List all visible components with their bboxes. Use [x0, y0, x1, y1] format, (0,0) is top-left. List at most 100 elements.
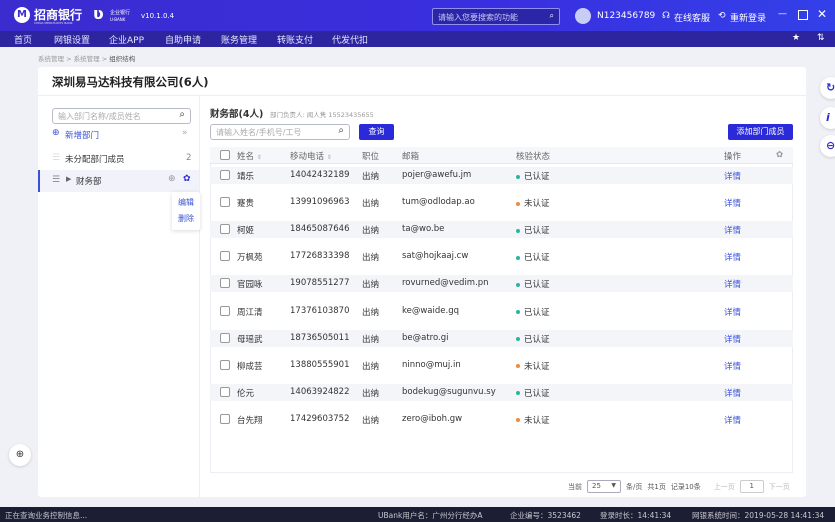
detail-link[interactable]: 详情: [724, 306, 741, 318]
minimize-button[interactable]: —: [778, 9, 787, 19]
status-badge: 未认证: [516, 197, 550, 209]
page-label: 当前: [568, 482, 582, 491]
edit-menu-item[interactable]: 编辑: [178, 197, 194, 208]
status-badge: 已认证: [516, 387, 550, 399]
global-search-input[interactable]: 请输入您要搜索的功能 ⌕: [432, 8, 560, 25]
dept-search-input[interactable]: 输入部门名称/成员姓名 ⌕: [52, 108, 191, 124]
crumb-item[interactable]: 系统管理: [38, 55, 64, 63]
avatar[interactable]: [575, 8, 591, 24]
member-position: 出纳: [362, 199, 380, 210]
row-checkbox[interactable]: [220, 359, 230, 370]
row-checkbox[interactable]: [220, 332, 230, 343]
page-input[interactable]: 1: [739, 480, 764, 493]
status-badge: 未认证: [516, 360, 550, 372]
pagination: 当前 25 ▼ 条/页 共1页 记录10条 上一页 1 下一页: [568, 480, 790, 493]
maximize-button[interactable]: [798, 10, 808, 20]
online-service-link[interactable]: 在线客服: [674, 11, 710, 24]
nav-accounts[interactable]: 账务管理: [221, 33, 257, 46]
crumb-current: 组织结构: [109, 55, 136, 63]
dept-title: 财务部(4人): [210, 109, 264, 120]
col-phone[interactable]: 移动电话 ⇕: [290, 150, 332, 162]
column-settings-icon[interactable]: ✿: [776, 150, 783, 160]
add-member-button[interactable]: 添加部门成员: [728, 124, 793, 140]
row-checkbox[interactable]: [220, 386, 230, 397]
detail-link[interactable]: 详情: [724, 360, 741, 372]
close-button[interactable]: ✕: [817, 7, 827, 21]
detail-link[interactable]: 详情: [724, 333, 741, 345]
row-checkbox[interactable]: [220, 413, 230, 424]
col-actions: 操作: [724, 152, 742, 162]
star-icon[interactable]: ★: [792, 33, 800, 43]
row-checkbox[interactable]: [220, 251, 230, 262]
member-phone: 17726833398: [290, 251, 350, 262]
detail-link[interactable]: 详情: [724, 197, 741, 209]
delete-menu-item[interactable]: 删除: [178, 213, 194, 224]
row-checkbox[interactable]: [220, 197, 230, 208]
detail-link[interactable]: 详情: [724, 414, 741, 426]
detail-link[interactable]: 详情: [724, 224, 741, 236]
crumb-item[interactable]: 系统管理: [74, 55, 100, 63]
row-checkbox[interactable]: [220, 278, 230, 289]
member-position: 出纳: [362, 280, 380, 291]
caret-right-icon[interactable]: ▶: [66, 175, 71, 183]
total-pages: 共1页: [647, 482, 666, 491]
prev-page-button[interactable]: 上一页: [714, 482, 735, 492]
table-row: 周江清 17376103870 出纳 ke@waide.gq 已认证 详情: [210, 303, 793, 320]
tree-item-finance[interactable]: ☰ ▶ 财务部 ⊕ ✿: [38, 170, 199, 192]
search-icon[interactable]: ⌕: [179, 109, 185, 120]
search-icon[interactable]: ⌕: [338, 125, 344, 136]
minus-icon[interactable]: ⊖: [820, 135, 835, 157]
nav-app[interactable]: 企业APP: [109, 33, 144, 46]
refresh-icon[interactable]: ↻: [820, 77, 835, 99]
dept-label: 财务部: [76, 177, 102, 187]
detail-link[interactable]: 详情: [724, 251, 741, 263]
status-system-time: 网银系统时间：2019-05-28 14:41:34: [692, 511, 825, 520]
nav-payroll[interactable]: 代发代扣: [332, 33, 368, 46]
zoom-icon[interactable]: ⊕: [9, 444, 31, 466]
row-checkbox[interactable]: [220, 224, 230, 235]
status-dot-icon: [516, 228, 520, 233]
info-icon[interactable]: i: [820, 107, 835, 129]
next-page-button[interactable]: 下一页: [769, 482, 790, 492]
page-size-select[interactable]: 25 ▼: [587, 480, 621, 493]
dept-action-menu: 编辑 删除: [172, 192, 200, 230]
detail-link[interactable]: 详情: [724, 278, 741, 290]
detail-link[interactable]: 详情: [724, 170, 741, 182]
add-subdept-icon[interactable]: ⊕: [168, 174, 176, 184]
sort-icon[interactable]: ⇅: [817, 33, 825, 43]
member-name: 柳成芸: [237, 361, 263, 372]
select-all-checkbox[interactable]: [220, 150, 230, 160]
drag-handle-icon[interactable]: ☰: [52, 175, 60, 185]
row-checkbox[interactable]: [220, 305, 230, 316]
table-row: 蹇贵 13991096963 出纳 tum@odlodap.ao 未认证 详情: [210, 194, 793, 211]
crumb-sep: >: [66, 55, 72, 63]
nav-home[interactable]: 首页: [14, 33, 32, 46]
ubank-logo-icon: ʋ: [93, 4, 104, 23]
version: v10.1.0.4: [141, 12, 175, 20]
status-dot-icon: [516, 174, 520, 179]
nav-settings[interactable]: 网银设置: [54, 33, 90, 46]
nav-apply[interactable]: 自助申请: [165, 33, 201, 46]
status-user: UBank用户名：广州分行经办A: [378, 511, 483, 520]
query-button[interactable]: 查询: [359, 124, 394, 140]
gear-icon[interactable]: ✿: [183, 174, 191, 184]
row-checkbox[interactable]: [220, 170, 230, 180]
member-search-input[interactable]: 请输入姓名/手机号/工号 ⌕: [210, 124, 350, 140]
detail-link[interactable]: 详情: [724, 387, 741, 399]
add-dept-icon[interactable]: ⊕: [52, 128, 60, 138]
member-position: 出纳: [362, 415, 380, 426]
collapse-icon[interactable]: »: [182, 128, 188, 138]
add-dept-button[interactable]: 新增部门: [65, 129, 99, 141]
drag-handle-icon[interactable]: ☰: [52, 153, 60, 163]
status-dot-icon: [516, 310, 520, 314]
member-position: 出纳: [362, 307, 380, 318]
member-phone: 19078551277: [290, 278, 350, 289]
per-page-label: 条/页: [626, 482, 643, 491]
member-name: 官园咏: [237, 280, 263, 291]
nav-transfer[interactable]: 转账支付: [277, 33, 313, 46]
relogin-link[interactable]: 重新登录: [730, 11, 766, 24]
col-name[interactable]: 姓名 ⇕: [237, 150, 262, 162]
search-icon[interactable]: ⌕: [550, 11, 554, 21]
tree-item-unassigned[interactable]: 未分配部门成员: [65, 153, 125, 165]
user-id[interactable]: N123456789: [597, 11, 655, 21]
